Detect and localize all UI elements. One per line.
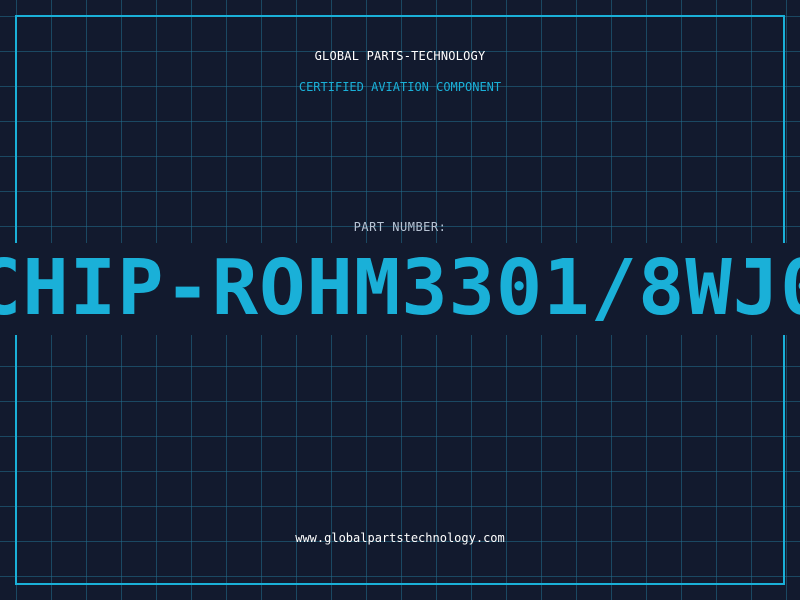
company-name: GLOBAL PARTS-TECHNOLOGY	[314, 49, 486, 63]
part-number-label: PART NUMBER:	[353, 220, 447, 234]
certification-tagline: CERTIFIED AVIATION COMPONENT	[298, 80, 502, 94]
part-number-band: CHIP-ROHM3301/8WJ080	[0, 243, 800, 335]
certificate-page: GLOBAL PARTS-TECHNOLOGY CERTIFIED AVIATI…	[0, 0, 800, 600]
part-number-value: CHIP-ROHM3301/8WJ080	[0, 244, 800, 333]
website-url: www.globalpartstechnology.com	[295, 531, 505, 545]
